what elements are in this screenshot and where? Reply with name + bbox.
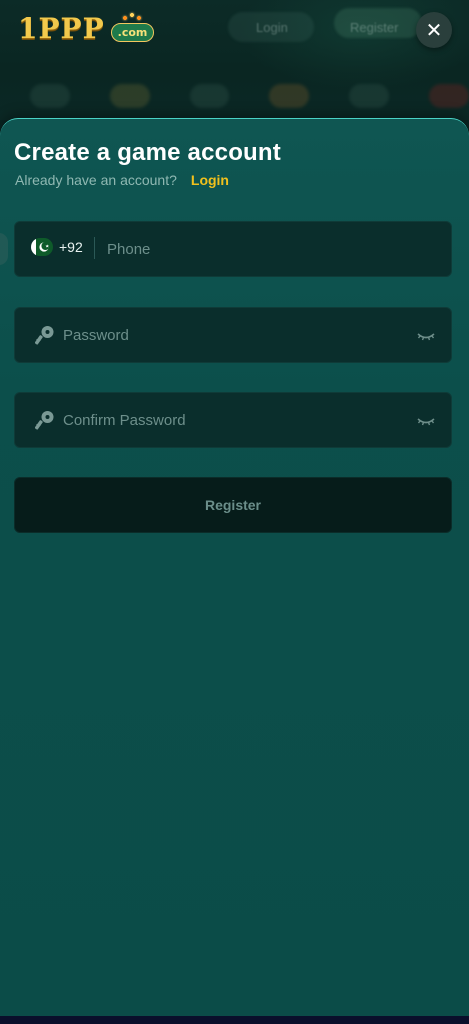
- modal-title: Create a game account: [14, 139, 281, 166]
- close-icon: ✕: [425, 19, 443, 42]
- login-link[interactable]: Login: [191, 172, 229, 188]
- logo-badge: .com: [110, 23, 155, 42]
- side-handle[interactable]: [0, 233, 8, 265]
- header-register-label: Register: [350, 20, 399, 35]
- app-root: 1PPP .com Login Register ✕ Create a game…: [0, 0, 469, 1024]
- confirm-password-field[interactable]: [14, 392, 452, 448]
- eye-closed-icon[interactable]: [417, 328, 435, 342]
- signup-modal: Create a game account Already have an ac…: [0, 118, 469, 1024]
- close-button[interactable]: ✕: [416, 12, 452, 48]
- password-field[interactable]: [14, 307, 452, 363]
- phone-input[interactable]: [107, 222, 427, 276]
- password-input[interactable]: [63, 308, 403, 362]
- eye-closed-icon[interactable]: [417, 413, 435, 427]
- logo-text: 1PPP: [18, 12, 105, 45]
- category-item[interactable]: [429, 84, 469, 108]
- login-prompt: Already have an account? Login: [15, 172, 229, 188]
- pakistan-flag-icon[interactable]: [31, 238, 53, 256]
- key-icon: [35, 326, 54, 345]
- header-login-label: Login: [256, 20, 288, 35]
- field-divider: [94, 237, 95, 259]
- country-code[interactable]: +92: [59, 239, 83, 255]
- register-button[interactable]: Register: [14, 477, 452, 533]
- category-item[interactable]: [269, 84, 310, 108]
- category-item[interactable]: [30, 84, 70, 108]
- top-bar: 1PPP .com Login Register ✕: [0, 0, 469, 120]
- phone-field[interactable]: +92: [14, 221, 452, 277]
- bottom-bar: [0, 1016, 469, 1024]
- category-item[interactable]: [349, 84, 390, 108]
- category-item[interactable]: [189, 84, 230, 108]
- game-category-strip: [0, 70, 469, 122]
- confirm-password-input[interactable]: [63, 393, 403, 447]
- category-item[interactable]: [109, 84, 150, 108]
- crown-icon: [122, 11, 142, 21]
- key-icon: [35, 411, 54, 430]
- login-prompt-text: Already have an account?: [15, 172, 177, 188]
